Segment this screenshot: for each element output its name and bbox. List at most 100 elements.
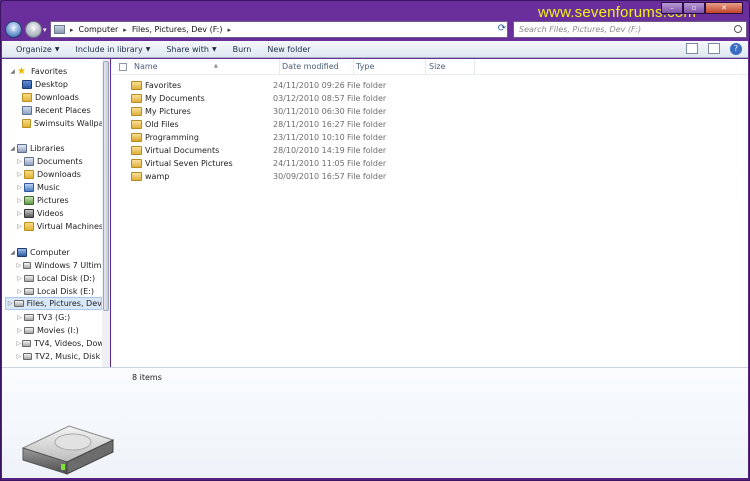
file-row[interactable]: Programming 23/11/2010 10:10 File folder bbox=[131, 131, 591, 144]
collapse-icon[interactable]: ◢ bbox=[8, 249, 17, 256]
share-with-button[interactable]: Share with ▼ bbox=[166, 45, 216, 54]
expand-icon[interactable]: ▷ bbox=[15, 340, 22, 347]
expand-icon[interactable]: ▷ bbox=[15, 275, 24, 282]
expand-icon[interactable]: ▷ bbox=[15, 158, 24, 165]
expand-icon[interactable]: ▷ bbox=[15, 327, 24, 334]
chevron-down-icon: ▼ bbox=[211, 45, 217, 53]
nav-scrollbar[interactable] bbox=[102, 59, 110, 367]
downloads-icon bbox=[22, 93, 32, 102]
file-date: 24/11/2010 09:26 bbox=[273, 81, 345, 90]
tree-libraries[interactable]: ◢ Libraries bbox=[8, 142, 65, 155]
change-view-icon[interactable] bbox=[686, 43, 698, 54]
column-name[interactable]: Name ▲ bbox=[130, 59, 280, 75]
file-name: Virtual Documents bbox=[145, 146, 220, 155]
sidebar-item-swimsuits[interactable]: Swimsuits Wallpape bbox=[22, 117, 102, 130]
maximize-button[interactable]: ▫ bbox=[683, 2, 705, 14]
file-row[interactable]: Virtual Seven Pictures 24/11/2010 11:05 … bbox=[131, 157, 591, 170]
close-button[interactable]: ✕ bbox=[705, 2, 743, 14]
sidebar-item-local-d[interactable]: ▷ Local Disk (D:) bbox=[15, 272, 102, 285]
sidebar-item-tv2[interactable]: ▷ TV2, Music, Disk Im bbox=[15, 350, 102, 363]
tree-favorites[interactable]: ◢ ★ Favorites bbox=[8, 65, 67, 78]
tree-label: TV4, Videos, Downlo bbox=[34, 339, 102, 348]
tree-computer[interactable]: ◢ Computer bbox=[8, 246, 70, 259]
burn-button[interactable]: Burn bbox=[233, 45, 252, 54]
expand-icon[interactable]: ▷ bbox=[15, 223, 24, 230]
expand-icon[interactable]: ▷ bbox=[15, 288, 24, 295]
file-row[interactable]: My Documents 03/12/2010 08:57 File folde… bbox=[131, 92, 591, 105]
file-row[interactable]: Virtual Documents 28/10/2010 14:19 File … bbox=[131, 144, 591, 157]
select-all-checkbox[interactable] bbox=[119, 63, 127, 71]
minimize-button[interactable]: – bbox=[661, 2, 683, 14]
expand-icon[interactable]: ▷ bbox=[15, 171, 24, 178]
sidebar-item-lib-downloads[interactable]: ▷ Downloads bbox=[15, 168, 102, 181]
hard-drive-icon bbox=[21, 425, 115, 475]
drive-icon bbox=[24, 327, 34, 334]
file-date: 24/11/2010 11:05 bbox=[273, 159, 345, 168]
file-name: My Documents bbox=[145, 94, 205, 103]
sidebar-item-tv4[interactable]: ▷ TV4, Videos, Downlo bbox=[15, 337, 102, 350]
tree-label: Windows 7 Ultimate bbox=[34, 261, 102, 270]
sidebar-item-virtual-machines[interactable]: ▷ Virtual Machines bbox=[15, 220, 102, 233]
sidebar-item-downloads[interactable]: Downloads bbox=[22, 91, 102, 104]
include-in-library-button[interactable]: Include in library ▼ bbox=[75, 45, 150, 54]
expand-icon[interactable]: ▷ bbox=[15, 353, 23, 360]
expand-icon[interactable]: ▷ bbox=[15, 210, 24, 217]
refresh-button[interactable]: ⟳ bbox=[495, 21, 509, 38]
sidebar-item-documents[interactable]: ▷ Documents bbox=[15, 155, 102, 168]
back-button[interactable]: ‹ bbox=[5, 21, 22, 38]
star-icon: ★ bbox=[17, 66, 26, 77]
file-date: 03/12/2010 08:57 bbox=[273, 94, 345, 103]
sidebar-item-music[interactable]: ▷ Music bbox=[15, 181, 102, 194]
chevron-right-icon[interactable]: ▸ bbox=[228, 26, 232, 34]
sidebar-item-movies[interactable]: ▷ Movies (I:) bbox=[15, 324, 102, 337]
breadcrumb-drive[interactable]: Files, Pictures, Dev (F:) bbox=[132, 25, 223, 34]
folder-icon bbox=[131, 146, 142, 155]
new-folder-button[interactable]: New folder bbox=[267, 45, 310, 54]
column-size[interactable]: Size bbox=[425, 59, 475, 75]
desktop-icon bbox=[22, 80, 32, 89]
help-icon[interactable]: ? bbox=[730, 43, 742, 55]
nav-scrollbar-thumb[interactable] bbox=[103, 61, 109, 311]
sidebar-item-videos[interactable]: ▷ Videos bbox=[15, 207, 102, 220]
expand-icon[interactable]: ▷ bbox=[15, 184, 24, 191]
sidebar-item-desktop[interactable]: Desktop bbox=[22, 78, 102, 91]
folder-icon bbox=[131, 159, 142, 168]
file-row[interactable]: wamp 30/09/2010 16:57 File folder bbox=[131, 170, 591, 183]
file-date: 28/11/2010 16:27 bbox=[273, 120, 345, 129]
collapse-icon[interactable]: ◢ bbox=[8, 68, 17, 75]
recent-pages-dropdown[interactable]: ▾ bbox=[43, 26, 47, 34]
address-bar[interactable]: ▸ Computer ▸ Files, Pictures, Dev (F:) ▸ bbox=[50, 21, 508, 38]
videos-icon bbox=[24, 209, 34, 218]
file-row[interactable]: Favorites 24/11/2010 09:26 File folder bbox=[131, 79, 591, 92]
sidebar-item-pictures[interactable]: ▷ Pictures bbox=[15, 194, 102, 207]
breadcrumb-computer[interactable]: Computer bbox=[79, 25, 119, 34]
search-icon[interactable] bbox=[734, 25, 742, 33]
chevron-right-icon[interactable]: ▸ bbox=[123, 26, 127, 34]
file-list: Name ▲ Date modified Type Size Favorites… bbox=[111, 59, 748, 367]
sidebar-item-windows7[interactable]: ▷ Windows 7 Ultimate bbox=[15, 259, 102, 272]
search-input[interactable]: Search Files, Pictures, Dev (F:) bbox=[513, 21, 747, 38]
sidebar-item-tv3[interactable]: ▷ TV3 (G:) bbox=[15, 311, 102, 324]
file-name: wamp bbox=[145, 172, 170, 181]
preview-pane-icon[interactable] bbox=[708, 43, 720, 54]
pictures-icon bbox=[24, 196, 34, 205]
file-row[interactable]: Old Files 28/11/2010 16:27 File folder bbox=[131, 118, 591, 131]
expand-icon[interactable]: ▷ bbox=[6, 300, 14, 307]
chevron-down-icon: ▼ bbox=[145, 45, 151, 53]
sidebar-item-recent-places[interactable]: Recent Places bbox=[22, 104, 102, 117]
expand-icon[interactable]: ▷ bbox=[15, 197, 24, 204]
chevron-right-icon[interactable]: ▸ bbox=[70, 26, 74, 34]
column-type[interactable]: Type bbox=[352, 59, 426, 75]
sidebar-item-files-pictures-dev[interactable]: ▷ Files, Pictures, Dev ( bbox=[5, 297, 102, 310]
expand-icon[interactable]: ▷ bbox=[15, 314, 24, 321]
file-row[interactable]: My Pictures 30/11/2010 06:30 File folder bbox=[131, 105, 591, 118]
tree-label: Documents bbox=[37, 157, 83, 166]
file-date: 30/09/2010 16:57 bbox=[273, 172, 345, 181]
file-type: File folder bbox=[347, 94, 387, 103]
expand-icon[interactable]: ▷ bbox=[15, 262, 23, 269]
collapse-icon[interactable]: ◢ bbox=[8, 145, 17, 152]
organize-button[interactable]: Organize ▼ bbox=[16, 45, 59, 54]
share-label: Share with bbox=[166, 44, 209, 54]
forward-button[interactable]: › bbox=[25, 21, 42, 38]
column-date-modified[interactable]: Date modified bbox=[278, 59, 354, 75]
